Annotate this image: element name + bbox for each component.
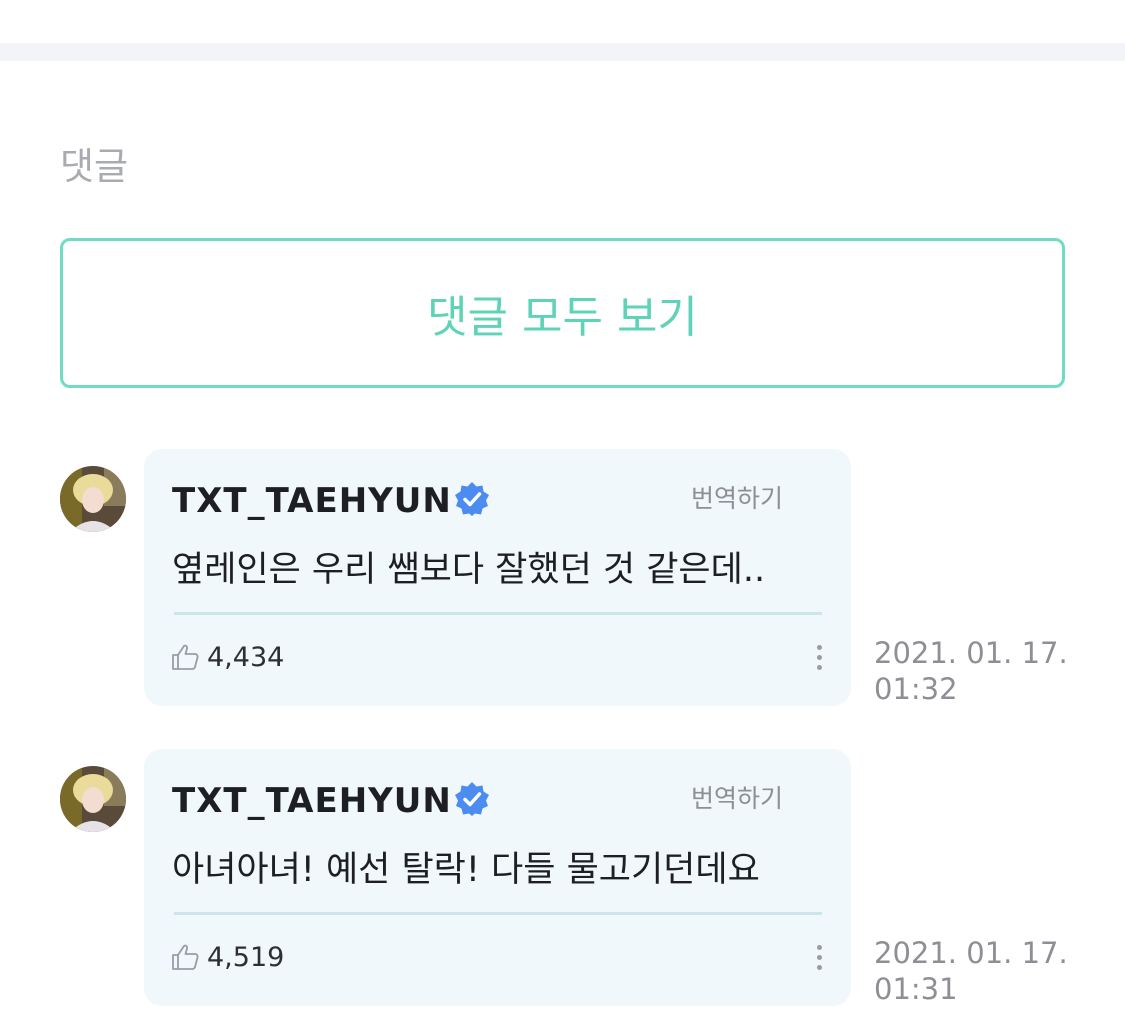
comment-item: TXT_TAEHYUN 번역하기 아녀아녀! 예선 탈락! 다들 물고기던데요 … [0,749,1125,1009]
comment-text: 아녀아녀! 예선 탈락! 다들 물고기던데요 [172,850,760,890]
comment-item: TXT_TAEHYUN 번역하기 옆레인은 우리 쌤보다 잘했던 것 같은데..… [0,449,1125,709]
comment-divider [174,612,822,615]
comment-date: 2021. 01. 17. 01:32 [874,635,1068,707]
comment-date: 2021. 01. 17. 01:31 [874,935,1068,1007]
comment-author[interactable]: TXT_TAEHYUN [172,481,452,521]
more-options-icon[interactable] [812,645,826,675]
comment-date-text: 2021. 01. 17. [874,636,1068,670]
thumbs-up-icon[interactable] [170,642,200,672]
comment-time-text: 01:31 [874,972,958,1006]
verified-badge-icon [455,782,489,816]
comment-author[interactable]: TXT_TAEHYUN [172,781,452,821]
translate-button[interactable]: 번역하기 [691,779,783,815]
avatar[interactable] [60,466,126,532]
comment-bubble: TXT_TAEHYUN 번역하기 옆레인은 우리 쌤보다 잘했던 것 같은데..… [144,449,851,706]
comment-time-text: 01:32 [874,672,958,706]
like-count: 4,434 [207,642,285,673]
section-title: 댓글 [60,145,129,188]
comment-date-text: 2021. 01. 17. [874,936,1068,970]
view-all-comments-button[interactable]: 댓글 모두 보기 [60,238,1065,388]
more-options-icon[interactable] [812,945,826,975]
thumbs-up-icon[interactable] [170,942,200,972]
comment-text: 옆레인은 우리 쌤보다 잘했던 것 같은데.. [172,550,766,590]
comment-bubble: TXT_TAEHYUN 번역하기 아녀아녀! 예선 탈락! 다들 물고기던데요 … [144,749,851,1006]
top-divider [0,43,1125,61]
comment-divider [174,912,822,915]
verified-badge-icon [455,482,489,516]
like-count: 4,519 [207,942,285,973]
translate-button[interactable]: 번역하기 [691,479,783,515]
avatar[interactable] [60,766,126,832]
